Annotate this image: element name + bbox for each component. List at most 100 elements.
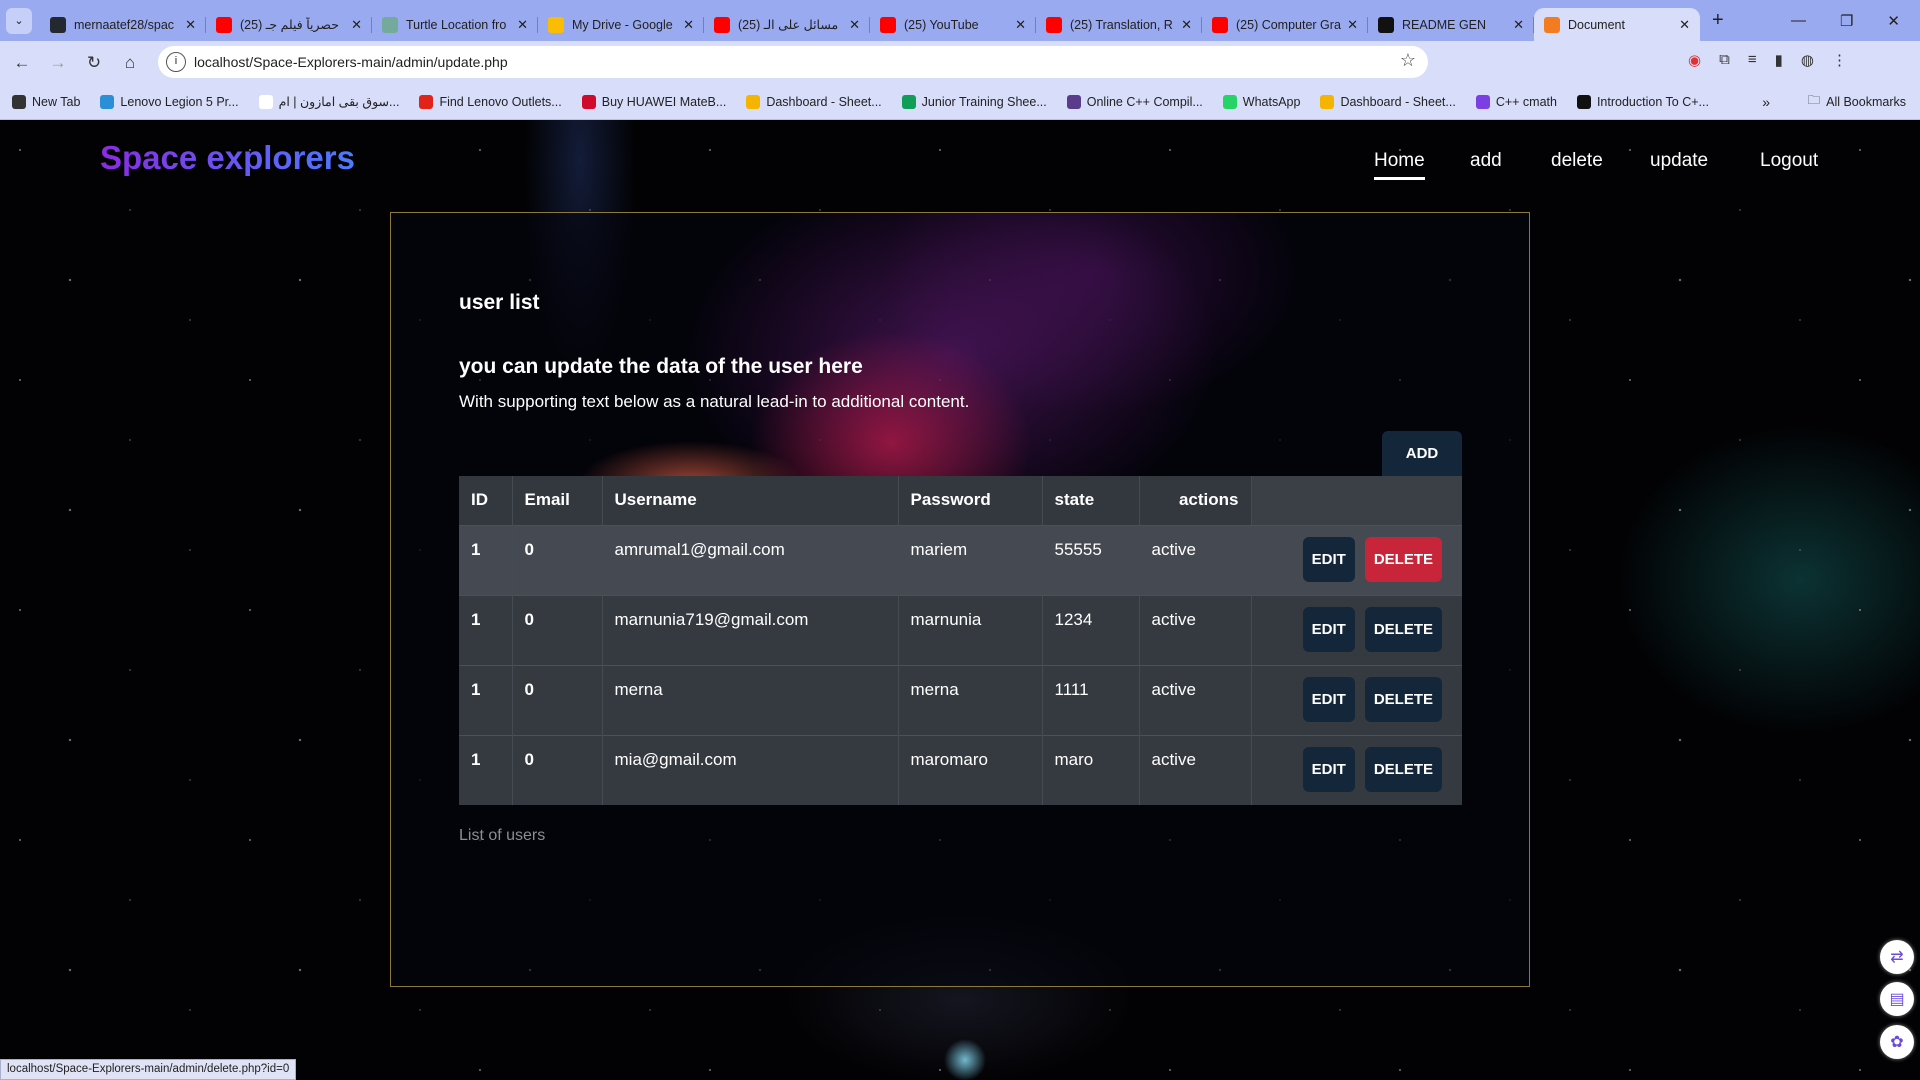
bookmark-label: Junior Training Shee... [921, 94, 1047, 109]
delete-button[interactable]: DELETE [1364, 746, 1442, 792]
bookmark-label: Find Lenovo Outlets... [439, 94, 562, 109]
browser-tab[interactable]: (25) حصرياً فيلم جـ ✕ [206, 8, 372, 41]
tab-search-button[interactable]: ⌄ [6, 7, 32, 34]
forward-icon[interactable]: → [40, 53, 76, 73]
delete-button[interactable]: DELETE [1364, 676, 1442, 722]
nav-home[interactable]: Home [1374, 150, 1425, 180]
extension-icon[interactable]: ◉ [1688, 51, 1701, 69]
table-row: 1 0 amrumal1@gmail.com mariem 55555 active EDI… [459, 524, 1462, 595]
browser-tab[interactable]: My Drive - Google ✕ [538, 8, 704, 41]
bookmark-item[interactable]: Dashboard - Sheet... [746, 94, 882, 109]
edit-button[interactable]: EDIT [1302, 746, 1355, 792]
cell-state: 1234 [1042, 594, 1140, 665]
edit-button[interactable]: EDIT [1302, 536, 1355, 582]
tab-close-icon[interactable]: ✕ [1181, 17, 1192, 33]
browser-tab[interactable]: (25) Translation, R ✕ [1036, 8, 1202, 41]
browser-tab[interactable]: Turtle Location fro ✕ [372, 8, 538, 41]
bookmark-item[interactable]: Lenovo Legion 5 Pr... [100, 94, 239, 109]
bookmark-item[interactable]: Online C++ Compil... [1066, 94, 1203, 109]
more-bookmarks-icon[interactable]: » [1762, 94, 1770, 110]
menu-kebab-icon[interactable]: ⋮ [1832, 51, 1847, 69]
cell-actions: EDIT DELETE [1251, 524, 1462, 595]
home-icon[interactable]: ⌂ [112, 53, 148, 73]
site-logo[interactable]: Space explorers [100, 139, 355, 177]
browser-tab[interactable]: (25) مسائل على الـ ✕ [704, 8, 870, 41]
cell-password: marnunia [898, 594, 1043, 665]
bookmark-label: Buy HUAWEI MateB... [601, 94, 727, 109]
cell-id: 1 [459, 664, 513, 735]
delete-button[interactable]: DELETE [1364, 606, 1442, 652]
all-bookmarks-label: All Bookmarks [1826, 94, 1906, 109]
reader-extension-icon[interactable]: ▤ [1880, 982, 1914, 1016]
cell-email: 0 [512, 594, 603, 665]
browser-tab[interactable]: (25) Computer Gra ✕ [1202, 8, 1368, 41]
bookmark-favicon-icon [746, 94, 761, 109]
all-bookmarks[interactable]: 🗀 All Bookmarks [1808, 91, 1906, 112]
tab-close-icon[interactable]: ✕ [351, 17, 362, 33]
bookmark-star-icon[interactable]: ☆ [1400, 50, 1416, 71]
translate-extension-icon[interactable]: ⇄ [1880, 940, 1914, 974]
nav-logout[interactable]: Logout [1760, 150, 1818, 172]
tab-close-icon[interactable]: ✕ [517, 17, 528, 33]
cell-status: active [1139, 524, 1252, 595]
bookmark-item[interactable]: C++ cmath [1475, 94, 1557, 109]
extensions-puzzle-icon[interactable]: ⧉ [1719, 51, 1730, 69]
cell-status: active [1139, 734, 1252, 805]
cell-id: 1 [459, 594, 513, 665]
browser-tab[interactable]: Document ✕ [1534, 8, 1700, 41]
restore-button[interactable]: ❐ [1840, 12, 1853, 30]
browser-tab[interactable]: README GEN ✕ [1368, 8, 1534, 41]
nav-delete[interactable]: delete [1551, 150, 1603, 172]
side-panel-icon[interactable]: ▮ [1775, 51, 1783, 69]
bookmark-item[interactable]: New Tab [12, 94, 80, 109]
delete-button[interactable]: DELETE [1364, 536, 1442, 582]
tab-close-icon[interactable]: ✕ [1513, 17, 1524, 33]
bookmark-item[interactable]: Dashboard - Sheet... [1320, 94, 1456, 109]
nav-add[interactable]: add [1470, 150, 1502, 172]
bookmark-label: Online C++ Compil... [1086, 94, 1203, 109]
site-info-icon[interactable]: i [166, 52, 186, 72]
new-tab-button[interactable]: + [1712, 9, 1724, 32]
address-bar[interactable]: i localhost/Space-Explorers-main/admin/u… [158, 46, 1428, 78]
card-text: With supporting text below as a natural … [459, 392, 970, 411]
tab-close-icon[interactable]: ✕ [185, 17, 196, 33]
media-icon[interactable]: ≡ [1748, 51, 1757, 69]
bookmarks-bar: New Tab Lenovo Legion 5 Pr... سوق بقى اماز… [0, 84, 1920, 120]
browser-tab[interactable]: mernaatef28/spac ✕ [40, 8, 206, 41]
tab-close-icon[interactable]: ✕ [683, 17, 694, 33]
bookmark-item[interactable]: Find Lenovo Outlets... [419, 94, 562, 109]
bookmark-item[interactable]: Junior Training Shee... [901, 94, 1047, 109]
tab-title: Document [1568, 17, 1625, 32]
bookmark-item[interactable]: WhatsApp [1222, 94, 1300, 109]
tab-favicon-icon [382, 16, 398, 33]
bookmark-item[interactable]: سوق بقى امازون | ام... [258, 94, 399, 109]
minimize-button[interactable]: — [1791, 12, 1806, 30]
edit-button[interactable]: EDIT [1302, 676, 1355, 722]
card-heading: you can update the data of the user here [459, 355, 863, 378]
bookmark-item[interactable]: Introduction To C+... [1576, 94, 1709, 109]
close-window-button[interactable]: ✕ [1887, 12, 1900, 30]
cell-id: 1 [459, 734, 513, 805]
profile-avatar[interactable]: ◍ [1801, 51, 1814, 69]
edit-button[interactable]: EDIT [1302, 606, 1355, 652]
folder-icon: 🗀 [1807, 93, 1821, 107]
add-button[interactable]: ADD [1382, 431, 1462, 476]
assistant-extension-icon[interactable]: ✿ [1880, 1025, 1914, 1059]
tab-close-icon[interactable]: ✕ [1347, 17, 1358, 33]
cell-state: 1111 [1042, 664, 1140, 735]
browser-tab[interactable]: (25) YouTube ✕ [870, 8, 1036, 41]
toolbar: ← → ↻ ⌂ i localhost/Space-Explorers-main… [0, 41, 1920, 84]
bookmark-favicon-icon [1222, 94, 1237, 109]
tab-close-icon[interactable]: ✕ [1679, 17, 1690, 33]
cell-username: merna [602, 664, 899, 735]
tab-close-icon[interactable]: ✕ [1015, 17, 1026, 33]
back-icon[interactable]: ← [4, 53, 40, 73]
cell-email: 0 [512, 524, 603, 595]
bookmark-item[interactable]: Buy HUAWEI MateB... [581, 94, 727, 109]
reload-icon[interactable]: ↻ [76, 53, 112, 73]
tab-close-icon[interactable]: ✕ [849, 17, 860, 33]
cell-status: active [1139, 664, 1252, 735]
nav-update[interactable]: update [1650, 150, 1708, 172]
bookmark-label: Lenovo Legion 5 Pr... [120, 94, 239, 109]
col-username: Username [602, 476, 899, 525]
